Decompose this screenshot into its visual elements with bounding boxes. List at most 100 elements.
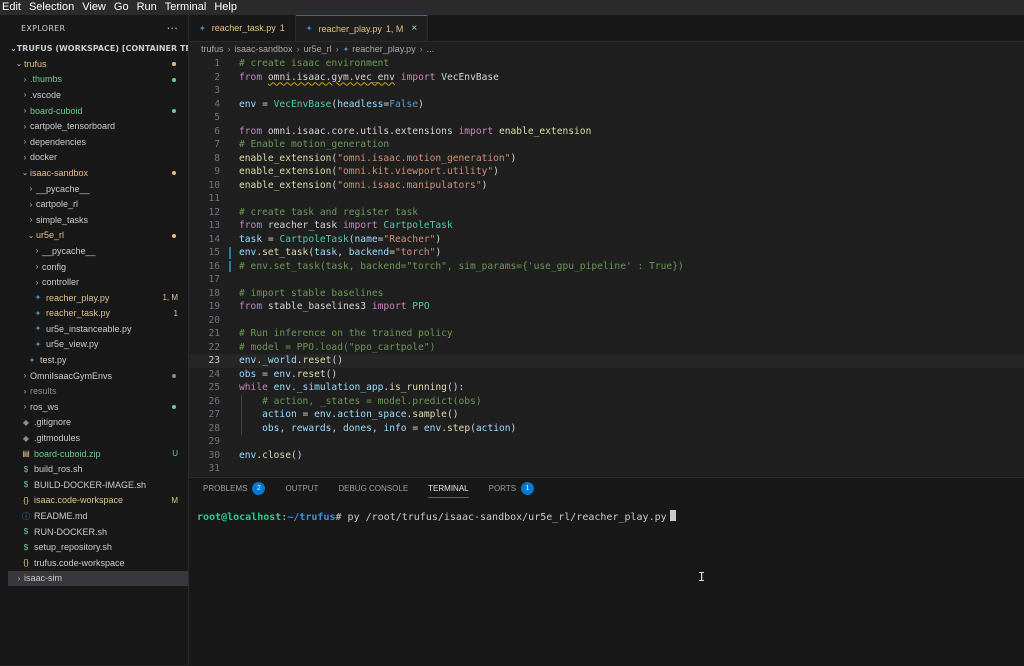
line-number: 6 <box>214 125 220 137</box>
file-item[interactable]: ⓘ README.md <box>8 508 188 524</box>
folder-item[interactable]: › docker <box>8 150 188 166</box>
code-line[interactable]: 19 from stable_baselines3 import PPO <box>189 300 1024 314</box>
code-line[interactable]: 6 from omni.isaac.core.utils.extensions i… <box>189 125 1024 139</box>
breadcrumb-item[interactable]: isaac-sandbox <box>235 44 293 54</box>
folder-item[interactable]: › board-cuboid <box>8 103 188 119</box>
code-line[interactable]: 14 task = CartpoleTask(name="Reacher") <box>189 233 1024 247</box>
menu-selection[interactable]: Selection <box>25 0 78 15</box>
code-token: enable_extension <box>239 152 332 164</box>
code-line[interactable]: 9 enable_extension("omni.kit.viewport.uti… <box>189 165 1024 179</box>
breadcrumb-item[interactable]: ur5e_rl <box>304 44 332 54</box>
line-text: action = env.action_space.sample() <box>239 408 458 422</box>
code-line[interactable]: 5 <box>189 111 1024 125</box>
breadcrumb-item[interactable]: reacher_play.py <box>352 44 415 54</box>
code-line[interactable]: 22 # model = PPO.load("ppo_cartpole") <box>189 341 1024 355</box>
tree-item-label: build_ros.sh <box>34 464 83 475</box>
panel-tab-output[interactable]: OUTPUT <box>285 478 318 498</box>
folder-item[interactable]: › cartpole_rl <box>8 196 188 212</box>
code-line[interactable]: 11 <box>189 192 1024 206</box>
code-editor[interactable]: 1 # create isaac environment 2 from omni.is… <box>189 57 1024 477</box>
menu-edit[interactable]: Edit <box>0 0 25 15</box>
editor-tab[interactable]: ✦ reacher_task.py 1 <box>189 15 296 41</box>
code-line[interactable]: 18 # import stable baselines <box>189 287 1024 301</box>
folder-item[interactable]: › cartpole_tensorboard <box>8 118 188 134</box>
code-line[interactable]: 23 env._world.reset() <box>189 354 1024 368</box>
code-line[interactable]: 17 <box>189 273 1024 287</box>
file-item[interactable]: ◆ .gitignore <box>8 415 188 431</box>
more-actions-icon[interactable]: ··· <box>167 22 178 35</box>
code-line[interactable]: 10 enable_extension("omni.isaac.manipulat… <box>189 179 1024 193</box>
file-item[interactable]: {} trufus.code-workspace <box>8 555 188 571</box>
menu-help[interactable]: Help <box>210 0 241 15</box>
panel-tab-ports[interactable]: PORTS 1 <box>489 478 535 498</box>
panel-tab-problems[interactable]: PROBLEMS 2 <box>203 478 266 498</box>
code-line[interactable]: 7 # Enable motion_generation <box>189 138 1024 152</box>
folder-item[interactable]: › __pycache__ <box>8 243 188 259</box>
file-item[interactable]: ✦ test.py <box>8 352 188 368</box>
code-line[interactable]: 28 obs, rewards, dones, info = env.step(… <box>189 421 1024 435</box>
editor-tab[interactable]: ✦ reacher_play.py 1, M × <box>295 15 429 41</box>
menu-go[interactable]: Go <box>110 0 133 15</box>
menu-terminal[interactable]: Terminal <box>161 0 211 15</box>
file-item[interactable]: ✦ reacher_play.py 1, M <box>8 290 188 306</box>
folder-item[interactable]: › dependencies <box>8 134 188 150</box>
folder-item[interactable]: › ros_ws <box>8 399 188 415</box>
file-item[interactable]: ✦ ur5e_instanceable.py <box>8 321 188 337</box>
code-token: reset <box>302 355 332 366</box>
folder-item[interactable]: ⌄ isaac-sandbox <box>8 165 188 181</box>
folder-item[interactable]: › controller <box>8 274 188 290</box>
panel-tab-terminal[interactable]: TERMINAL <box>428 478 470 498</box>
python-file-icon: ✦ <box>305 24 313 33</box>
folder-item[interactable]: ⌄ ur5e_rl <box>8 228 188 244</box>
folder-item[interactable]: › __pycache__ <box>8 181 188 197</box>
breadcrumb-item[interactable]: trufus <box>201 44 224 54</box>
breadcrumb-item[interactable]: ... <box>427 44 435 54</box>
code-line[interactable]: 29 <box>189 435 1024 449</box>
code-line[interactable]: 13 from reacher_task import CartpoleTask <box>189 219 1024 233</box>
code-line[interactable]: 21 # Run inference on the trained policy <box>189 327 1024 341</box>
code-line[interactable]: 31 <box>189 462 1024 476</box>
code-line[interactable]: 27 action = env.action_space.sample() <box>189 408 1024 422</box>
code-line[interactable]: 20 <box>189 314 1024 328</box>
line-number: 10 <box>208 179 220 191</box>
folder-item[interactable]: › .vscode <box>8 87 188 103</box>
terminal-output[interactable]: root@localhost:~/trufus# py /root/trufus… <box>197 510 676 523</box>
file-item[interactable]: $ BUILD-DOCKER-IMAGE.sh <box>8 477 188 493</box>
folder-item[interactable]: › .thumbs <box>8 72 188 88</box>
close-icon[interactable]: × <box>411 23 417 34</box>
menu-run[interactable]: Run <box>133 0 161 15</box>
file-item[interactable]: $ RUN-DOCKER.sh <box>8 524 188 540</box>
code-line[interactable]: 15 env.set_task(task, backend="torch") <box>189 246 1024 260</box>
code-line[interactable]: 8 enable_extension("omni.isaac.motion_gen… <box>189 152 1024 166</box>
folder-item[interactable]: › simple_tasks <box>8 212 188 228</box>
file-item[interactable]: $ build_ros.sh <box>8 461 188 477</box>
panel-tab-debug-console[interactable]: DEBUG CONSOLE <box>338 478 408 498</box>
folder-item[interactable]: › OmniIsaacGymEnvs <box>8 368 188 384</box>
code-line[interactable]: 26 # action, _states = model.predict(obs… <box>189 394 1024 408</box>
file-item[interactable]: ✦ ur5e_view.py <box>8 337 188 353</box>
file-item[interactable]: $ setup_repository.sh <box>8 539 188 555</box>
folder-item[interactable]: › results <box>8 383 188 399</box>
file-item[interactable]: {} isaac.code-workspace M <box>8 493 188 509</box>
menu-view[interactable]: View <box>78 0 110 15</box>
file-item[interactable]: ✦ reacher_task.py 1 <box>8 306 188 322</box>
git-status-dot <box>172 405 176 410</box>
code-line[interactable]: 4 env = VecEnvBase(headless=False) <box>189 98 1024 112</box>
code-line[interactable]: 25 while env._simulation_app.is_running()… <box>189 381 1024 395</box>
code-line[interactable]: 24 obs = env.reset() <box>189 368 1024 382</box>
code-line[interactable]: 12 # create task and register task <box>189 206 1024 220</box>
file-item[interactable]: ▤ board-cuboid.zip U <box>8 446 188 462</box>
folder-item[interactable]: › isaac-sim <box>8 570 188 587</box>
line-text: # create isaac environment <box>239 57 389 71</box>
folder-item[interactable]: › config <box>8 259 188 275</box>
code-line[interactable]: 3 <box>189 84 1024 98</box>
code-line[interactable]: 30 env.close() <box>189 449 1024 463</box>
line-text: while env._simulation_app.is_running(): <box>239 381 464 395</box>
file-item[interactable]: ◆ .gitmodules <box>8 430 188 446</box>
code-line[interactable]: 1 # create isaac environment <box>189 57 1024 71</box>
code-token: obs <box>262 422 280 434</box>
workspace-root[interactable]: ⌄ TRUFUS (WORKSPACE) [CONTAINER TRUF... <box>8 41 188 56</box>
code-line[interactable]: 16 # env.set_task(task, backend="torch", … <box>189 260 1024 274</box>
folder-item[interactable]: ⌄ trufus <box>8 56 188 72</box>
code-line[interactable]: 2 from omni.isaac.gym.vec_env import VecE… <box>189 71 1024 85</box>
